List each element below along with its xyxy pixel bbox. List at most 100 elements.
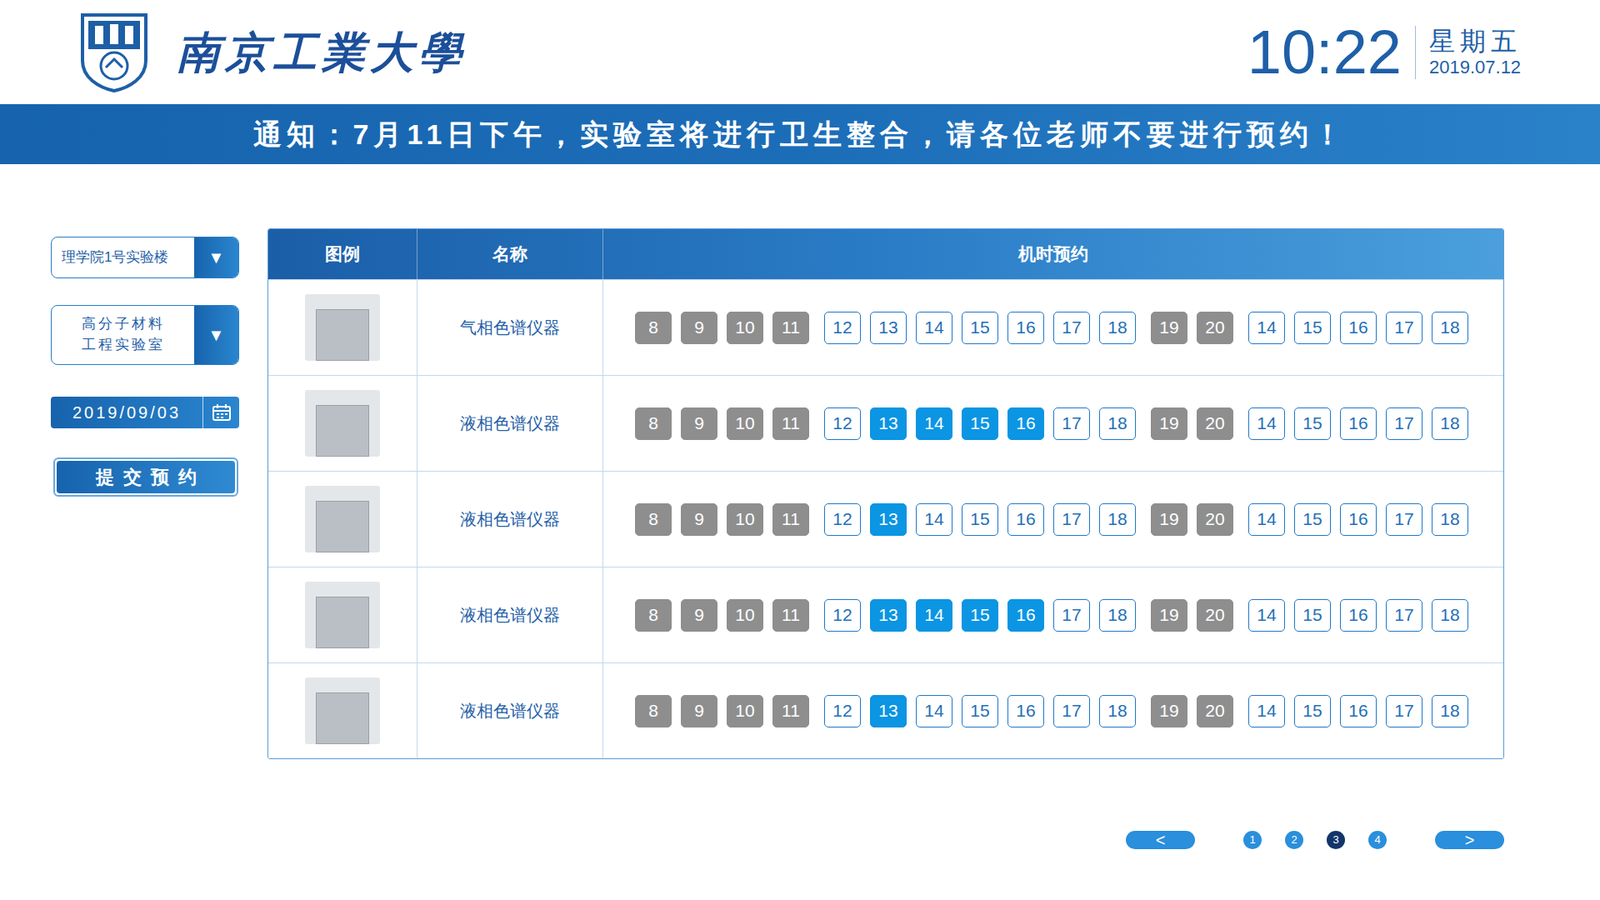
- time-slot-label: 9: [694, 505, 705, 533]
- time-slot[interactable]: 12: [824, 407, 861, 440]
- prev-page-button[interactable]: <: [1125, 830, 1195, 850]
- slot-group: 12 131415 16 17 18: [824, 503, 1136, 536]
- time-slot[interactable]: 16: [1007, 407, 1045, 440]
- time-slot-label: 8: [648, 505, 659, 533]
- date-value[interactable]: 2019/09/03: [50, 396, 203, 429]
- time-slot[interactable]: 12: [824, 695, 861, 728]
- time-slot[interactable]: 17: [1053, 407, 1090, 440]
- time-slot[interactable]: 18: [1099, 311, 1136, 345]
- page-dot[interactable]: 3: [1326, 830, 1345, 850]
- time-slot[interactable]: 18: [1431, 695, 1469, 728]
- time-slot[interactable]: 14: [915, 503, 953, 536]
- time-slot-label: 10: [735, 314, 755, 341]
- time-slot[interactable]: 18: [1099, 599, 1136, 632]
- time-slot-label: 9: [694, 697, 705, 725]
- building-select[interactable]: 理学院1号实验楼 ▼: [50, 236, 240, 279]
- time-slot[interactable]: 14: [1248, 503, 1285, 536]
- time-slot-label: 20: [1205, 314, 1225, 341]
- time-slot[interactable]: 18: [1099, 503, 1136, 536]
- time-slot[interactable]: 13: [870, 311, 907, 345]
- time-slot[interactable]: 18: [1431, 407, 1469, 440]
- date-picker[interactable]: 2019/09/03: [50, 396, 240, 429]
- page-dot[interactable]: 4: [1368, 830, 1387, 850]
- time-slot[interactable]: 18: [1431, 503, 1469, 536]
- time-slot[interactable]: 15: [961, 503, 999, 536]
- time-slot[interactable]: 17: [1053, 695, 1090, 728]
- time-slot[interactable]: 14: [1248, 695, 1285, 728]
- time-slot[interactable]: 16: [1007, 311, 1045, 345]
- time-slot[interactable]: 15: [961, 407, 999, 440]
- time-slot[interactable]: 17: [1053, 599, 1090, 632]
- dropdown-arrow-icon[interactable]: ▼: [194, 305, 239, 365]
- time-slot-label: 19: [1159, 697, 1179, 725]
- time-slot[interactable]: 17: [1385, 695, 1423, 728]
- time-slot-label: 18: [1107, 505, 1127, 533]
- time-slot[interactable]: 15: [961, 599, 999, 632]
- time-slot[interactable]: 16: [1340, 695, 1377, 728]
- time-slot-label: 17: [1394, 697, 1414, 725]
- time-slot[interactable]: 15: [961, 695, 999, 728]
- time-slot[interactable]: 15: [1294, 407, 1331, 440]
- calendar-button[interactable]: [202, 396, 240, 429]
- time-slot[interactable]: 17: [1385, 311, 1423, 345]
- time-slot-label: 16: [1015, 505, 1035, 533]
- time-slot[interactable]: 17: [1053, 503, 1090, 536]
- time-slot[interactable]: 15: [1294, 695, 1331, 728]
- time-slot[interactable]: 14: [1248, 311, 1285, 345]
- slot-cell: 8910111213141516171819201415161718: [603, 375, 1504, 471]
- time-slot[interactable]: 15: [1294, 311, 1331, 345]
- time-slot[interactable]: 16: [1340, 407, 1377, 440]
- slot-group: 891011: [635, 503, 810, 536]
- instrument-name: 液相色谱仪器: [460, 698, 560, 724]
- time-slot[interactable]: 12: [824, 311, 861, 345]
- time-slot[interactable]: 14: [1248, 407, 1285, 440]
- time-slot[interactable]: 16: [1340, 599, 1377, 632]
- time-slot[interactable]: 18: [1099, 695, 1136, 728]
- time-slot[interactable]: 15: [1294, 599, 1331, 632]
- time-slot[interactable]: 15: [1294, 503, 1331, 536]
- time-slot[interactable]: 16: [1340, 311, 1377, 345]
- time-slot[interactable]: 17: [1385, 503, 1423, 536]
- weekday: 星期五: [1429, 25, 1522, 57]
- time-slot[interactable]: 13: [870, 695, 907, 728]
- time-slot-label: 19: [1159, 601, 1179, 629]
- building-value: 理学院1号实验楼: [51, 237, 195, 278]
- time-slot[interactable]: 18: [1431, 599, 1469, 632]
- time-slot[interactable]: 14: [915, 695, 953, 728]
- time-slot[interactable]: 16: [1007, 599, 1045, 632]
- main-area: 理学院1号实验楼 ▼ 高分子材料工程实验室 ▼ 2019/09/03: [0, 164, 1600, 850]
- time-slot[interactable]: 12: [824, 599, 861, 632]
- time-slot-label: 14: [1256, 697, 1276, 725]
- time-slot-label: 18: [1440, 410, 1460, 437]
- time-slot[interactable]: 17: [1053, 311, 1090, 345]
- lab-select[interactable]: 高分子材料工程实验室 ▼: [50, 305, 240, 365]
- time-slot-label: 20: [1205, 697, 1225, 725]
- instrument-photo-body: [315, 692, 370, 745]
- dropdown-arrow-icon[interactable]: ▼: [194, 237, 239, 278]
- time-slot[interactable]: 14: [1248, 599, 1285, 632]
- time-slot[interactable]: 12: [824, 503, 861, 536]
- time-slot[interactable]: 13: [870, 407, 907, 440]
- time-slot[interactable]: 17: [1385, 599, 1423, 632]
- page-dot[interactable]: 1: [1243, 830, 1262, 850]
- submit-button[interactable]: 提交预约: [53, 457, 239, 497]
- time-slot[interactable]: 17: [1385, 407, 1423, 440]
- slot-group: 12 1314151617 18: [824, 311, 1136, 345]
- time-slot[interactable]: 16: [1007, 695, 1045, 728]
- time-slot[interactable]: 14: [915, 311, 953, 345]
- time-slot[interactable]: 14: [915, 599, 953, 632]
- submit-label[interactable]: 提交预约: [56, 460, 235, 494]
- time-slot[interactable]: 15: [961, 311, 999, 345]
- time-slot-label: 15: [970, 697, 990, 725]
- page-dot[interactable]: 2: [1285, 830, 1304, 850]
- time-slot[interactable]: 14: [915, 407, 953, 440]
- time-slot[interactable]: 13: [870, 599, 907, 632]
- time-slot[interactable]: 18: [1431, 311, 1469, 345]
- table-row: 液相色谱仪器8910111213141516171819201415161718: [268, 375, 1504, 471]
- time-slot-label: 15: [1302, 410, 1322, 437]
- time-slot[interactable]: 16: [1007, 503, 1045, 536]
- time-slot[interactable]: 16: [1340, 503, 1377, 536]
- time-slot[interactable]: 18: [1099, 407, 1136, 440]
- next-page-button[interactable]: >: [1435, 830, 1505, 850]
- time-slot[interactable]: 13: [870, 503, 907, 536]
